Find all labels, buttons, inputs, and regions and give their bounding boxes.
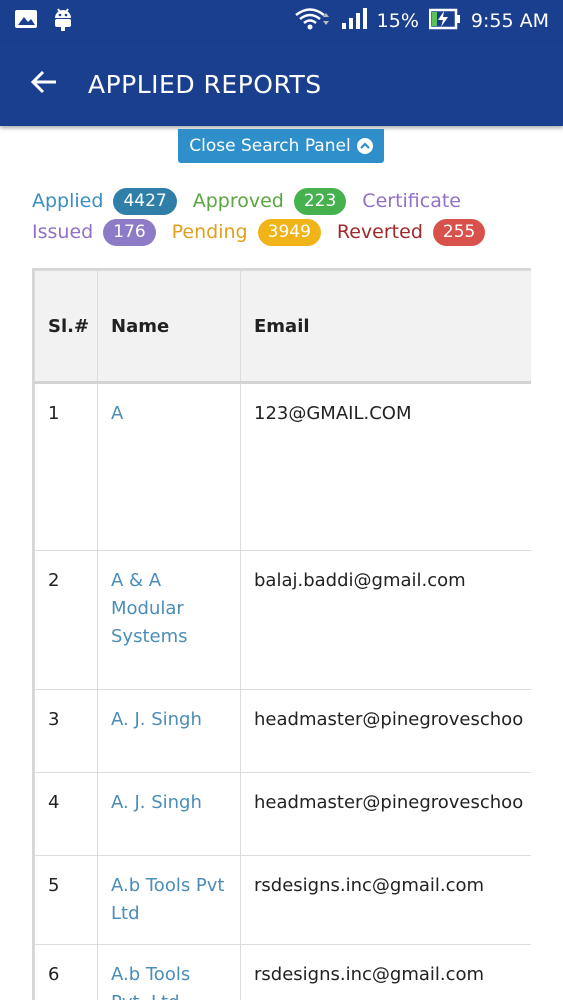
clock: 9:55 AM [470,10,549,32]
row-email: 123@GMAIL.COM [240,382,531,551]
table-header-row: Sl.# Name Email [34,270,531,384]
close-search-panel-button[interactable]: Close Search Panel [178,129,384,163]
row-sl: 5 [34,855,98,945]
reports-table: Sl.# Name Email 1 A 123@GMAIL.COM 2 A & … [34,270,531,1000]
pending-label[interactable]: Pending [172,217,248,248]
table-row: 6 A.b Tools Pvt. Ltd rsdesigns.inc@gmail… [34,944,531,1000]
app-bar: APPLIED REPORTS [0,42,563,126]
header-email[interactable]: Email [240,270,531,384]
row-name-link[interactable]: A.b Tools Pvt Ltd [111,875,225,924]
approved-count-badge: 223 [293,188,347,215]
close-search-panel-label: Close Search Panel [189,136,351,156]
status-summary: Applied 4427 Approved 223 Certificate Is… [32,186,532,248]
battery-percent: 15% [376,10,419,32]
row-name-link[interactable]: A. J. Singh [111,709,202,730]
android-icon [52,7,74,35]
reports-table-container[interactable]: Sl.# Name Email 1 A 123@GMAIL.COM 2 A & … [32,268,531,1000]
row-email: rsdesigns.inc@gmail.com [240,855,531,945]
wifi-icon [294,7,331,36]
gallery-icon [14,9,38,33]
row-name-link[interactable]: A. J. Singh [111,792,202,813]
certificate-issued-count-badge: 176 [103,219,156,246]
row-sl: 1 [34,382,98,551]
row-email: rsdesigns.inc@gmail.com [240,944,531,1000]
back-button[interactable] [0,42,88,126]
reverted-label[interactable]: Reverted [337,217,423,248]
applied-label[interactable]: Applied [32,186,103,217]
row-sl: 2 [34,550,98,690]
chevron-up-icon [356,138,373,154]
row-name-link[interactable]: A & A Modular Systems [111,570,188,647]
table-row: 1 A 123@GMAIL.COM [34,382,531,551]
table-row: 3 A. J. Singh headmaster@pinegroveschoo [34,689,531,773]
applied-count-badge: 4427 [113,188,177,215]
row-email: headmaster@pinegroveschoo [240,689,531,773]
page-title: APPLIED REPORTS [88,69,322,99]
row-name-link[interactable]: A [111,403,123,424]
table-row: 2 A & A Modular Systems balaj.baddi@gmai… [34,550,531,690]
certificate-issued-label[interactable]: Certificate [362,186,461,217]
header-sl[interactable]: Sl.# [34,270,98,384]
table-row: 4 A. J. Singh headmaster@pinegroveschoo [34,772,531,856]
row-email: headmaster@pinegroveschoo [240,772,531,856]
certificate-issued-label-line2[interactable]: Issued [32,217,93,248]
pending-count-badge: 3949 [257,219,321,246]
battery-charging-icon [428,8,461,35]
row-sl: 3 [34,689,98,773]
row-sl: 4 [34,772,98,856]
row-sl: 6 [34,944,98,1000]
reverted-count-badge: 255 [432,219,486,246]
approved-label[interactable]: Approved [193,186,284,217]
table-row: 5 A.b Tools Pvt Ltd rsdesigns.inc@gmail.… [34,855,531,945]
header-name[interactable]: Name [97,270,241,384]
row-name-link[interactable]: A.b Tools Pvt. Ltd [111,964,190,1000]
row-email: balaj.baddi@gmail.com [240,550,531,690]
status-bar: 15% 9:55 AM [0,0,563,42]
signal-icon [341,7,367,35]
arrow-left-icon [30,70,57,99]
